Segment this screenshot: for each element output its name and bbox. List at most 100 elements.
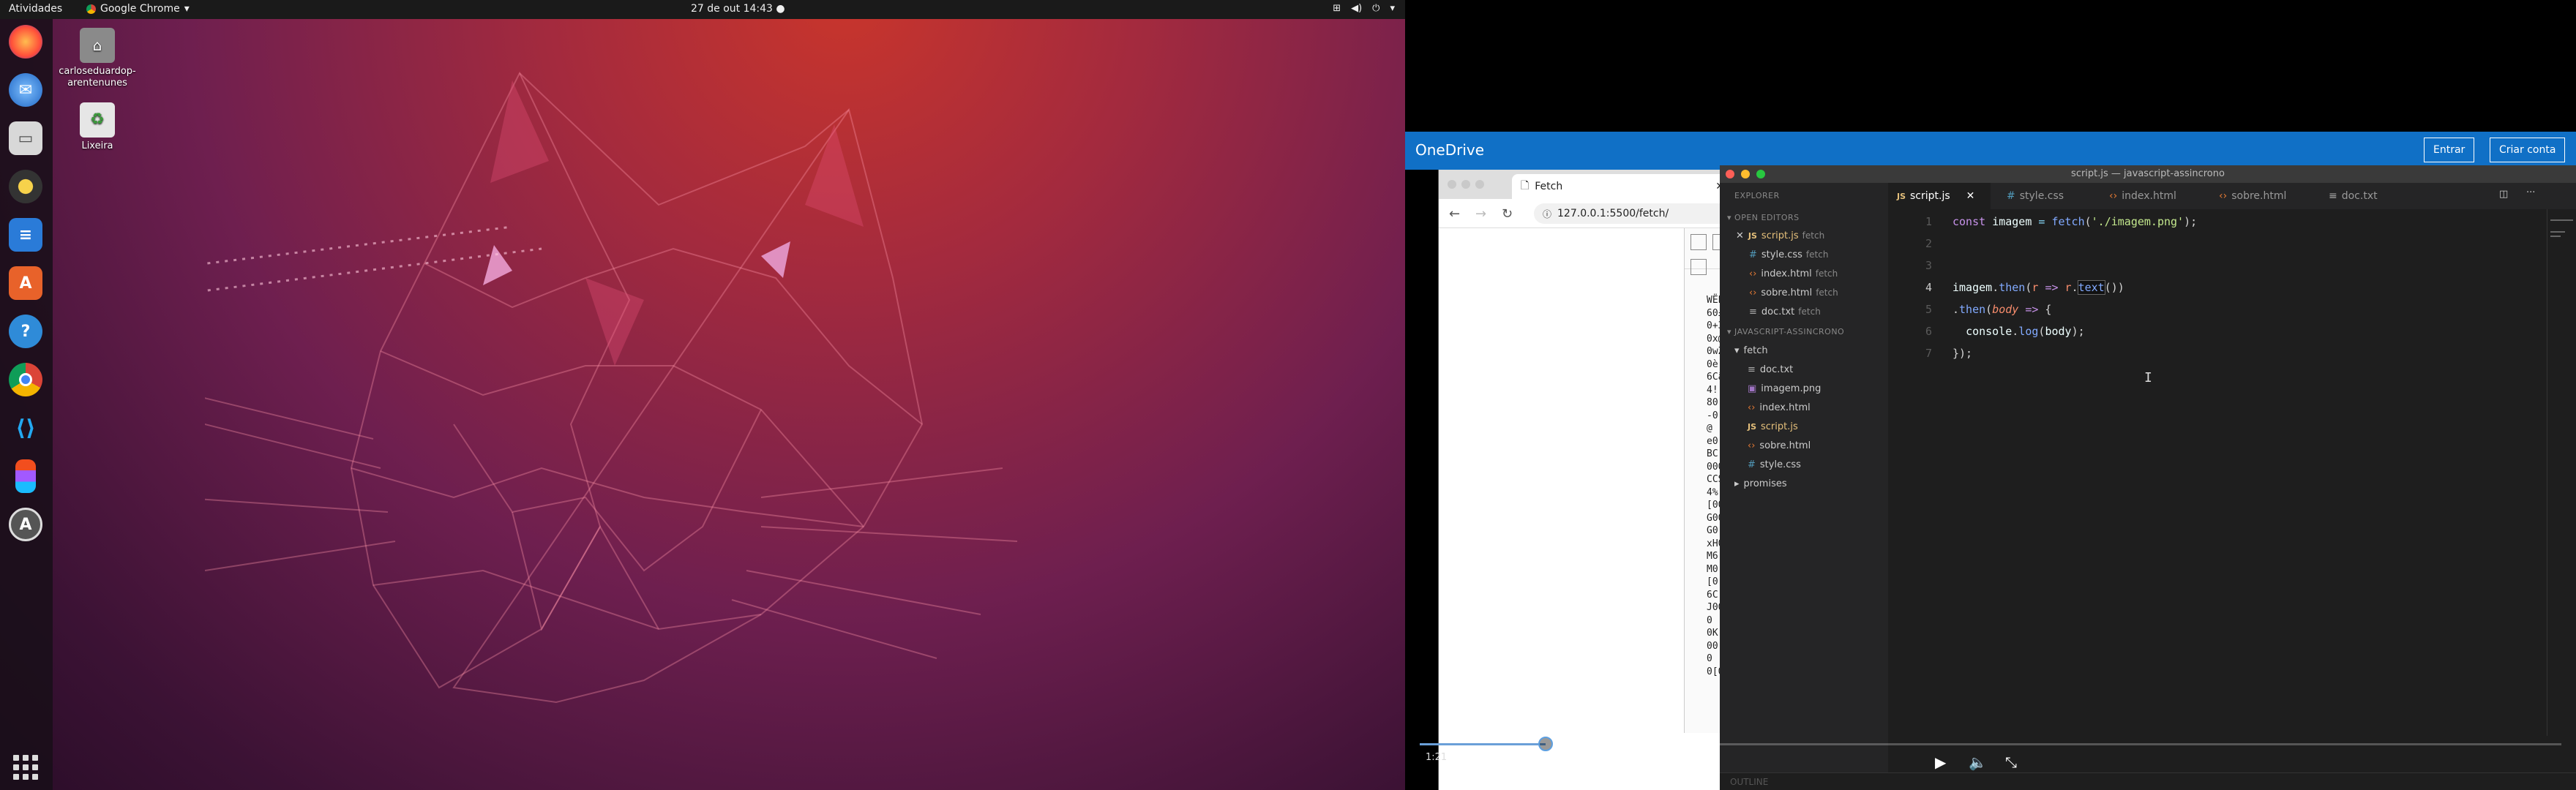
clock[interactable]: 27 de out 14:43 ● — [691, 3, 785, 15]
html-file-icon: ‹› — [1749, 268, 1757, 279]
vscode-icon[interactable]: ⟨⟩ — [9, 411, 42, 445]
wallpaper-cat-illustration — [205, 71, 1018, 704]
tree-file[interactable]: ‹› sobre.html — [1748, 437, 1811, 455]
trash-icon: ♻ — [80, 102, 115, 138]
code-line: const imagem = fetch('./imagem.png'); — [1952, 215, 2198, 228]
play-icon[interactable]: ▶ — [1935, 753, 1946, 771]
css-file-icon: # — [1749, 249, 1757, 260]
show-applications-icon[interactable] — [13, 755, 38, 780]
help-icon[interactable]: ? — [9, 315, 42, 348]
figma-icon[interactable] — [15, 459, 36, 493]
login-button[interactable]: Entrar — [2424, 138, 2475, 162]
desktop-icon-label: Lixeira — [81, 140, 113, 151]
app-menu-label: Google Chrome — [100, 3, 180, 15]
software-updater-icon[interactable]: A — [9, 508, 42, 541]
activities-button[interactable]: Atividades — [9, 3, 62, 15]
project-heading[interactable]: ▾ JAVASCRIPT-ASSINCRONO — [1727, 323, 1844, 341]
tab-index-html[interactable]: ‹› index.html — [2100, 183, 2210, 209]
volume-icon: ◀) — [1351, 3, 1363, 14]
code-line: console.log(body); — [1966, 325, 2085, 338]
url-text: 127.0.0.1:5500/fetch/ — [1557, 208, 1669, 219]
html-file-icon: ‹› — [1748, 440, 1756, 451]
home-folder-icon: ⌂ — [80, 28, 115, 63]
text-cursor-icon: I — [2144, 370, 2152, 385]
open-editor-item[interactable]: # style.css fetch — [1749, 246, 1828, 263]
vscode-window: script.js — javascript-assincrono EXPLOR… — [1720, 165, 2576, 790]
open-editors-heading[interactable]: ▾ OPEN EDITORS — [1727, 209, 1800, 227]
tree-file[interactable]: ≡ doc.txt — [1748, 361, 1793, 379]
text-file-icon: ≡ — [1749, 306, 1757, 317]
close-icon[interactable]: ✕ — [1966, 190, 1975, 202]
html-file-icon: ‹› — [2219, 190, 2228, 202]
tree-folder[interactable]: ▸ promises — [1734, 475, 1787, 493]
minimize-window-icon[interactable] — [1741, 170, 1750, 178]
text-file-icon: ≡ — [1748, 364, 1756, 375]
chevron-down-icon: ▾ — [1390, 3, 1395, 14]
libreoffice-writer-icon[interactable]: ≡ — [9, 218, 42, 252]
create-account-button[interactable]: Criar conta — [2490, 138, 2566, 162]
notification-dot-icon: ● — [776, 3, 785, 15]
forward-icon[interactable]: → — [1475, 206, 1486, 222]
second-monitor: OneDrive Entrar Criar conta 🗋 Fetch ✕ ← … — [1405, 0, 2576, 790]
open-editor-item[interactable]: ‹› index.html fetch — [1749, 265, 1838, 282]
code-line: imagem.then(r => r.text()) — [1952, 280, 2124, 295]
maximize-window-icon[interactable] — [1756, 170, 1765, 178]
thunderbird-icon[interactable]: ✉ — [9, 73, 42, 107]
open-editor-item[interactable]: ‹› sobre.html fetch — [1749, 284, 1838, 301]
window-controls[interactable] — [1726, 170, 1765, 178]
desktop-icon-home[interactable]: ⌂ carloseduardop-arentenunes — [50, 28, 145, 89]
minimap[interactable] — [2547, 209, 2576, 736]
tree-file[interactable]: # style.css — [1748, 456, 1801, 474]
desktop-icon-trash[interactable]: ♻ Lixeira — [50, 102, 145, 152]
line-number: 7 — [1925, 347, 1932, 360]
rhythmbox-icon[interactable] — [9, 170, 42, 203]
tree-file[interactable]: JS script.js — [1748, 418, 1798, 436]
cat-eye-right — [761, 241, 790, 278]
code-editor[interactable]: 1 2 3 4 5 6 7 const imagem = fetch('./im… — [1888, 209, 2547, 736]
tree-file[interactable]: ‹› index.html — [1748, 399, 1811, 417]
progress-track[interactable] — [1420, 737, 2561, 751]
onedrive-header: OneDrive Entrar Criar conta — [1405, 132, 2576, 170]
volume-icon[interactable]: 🔈 — [1969, 753, 1987, 771]
tab-script-js[interactable]: JS script.js ✕ — [1888, 183, 1991, 209]
ubuntu-desktop: Atividades Google Chrome ▾ 27 de out 14:… — [0, 0, 1405, 790]
chrome-tab[interactable]: 🗋 Fetch ✕ — [1512, 174, 1731, 199]
tab-style-css[interactable]: # style.css — [1998, 183, 2100, 209]
close-window-icon[interactable] — [1726, 170, 1734, 178]
fullscreen-exit-icon[interactable]: ⤡ — [2005, 753, 2017, 771]
info-icon: ⓘ — [1543, 208, 1552, 219]
inspect-icon[interactable] — [1690, 234, 1707, 250]
chevron-down-icon: ▾ — [1734, 345, 1740, 356]
media-scrubber: 1:21 ▶ 🔈 ⤡ — [1405, 736, 2576, 790]
open-editor-item[interactable]: ≡ doc.txt fetch — [1749, 303, 1821, 320]
js-file-icon: JS — [1897, 192, 1906, 201]
app-menu[interactable]: Google Chrome ▾ — [86, 3, 190, 15]
tab-sobre-html[interactable]: ‹› sobre.html — [2210, 183, 2320, 209]
editor-tabs: JS script.js ✕ # style.css ‹› index.html ‹› s… — [1888, 183, 2576, 209]
onedrive-brand: OneDrive — [1415, 141, 1485, 159]
cat-eye-left — [483, 245, 512, 285]
system-tray[interactable]: ⊞ ◀) ⏻ ▾ — [1333, 3, 1395, 14]
back-icon[interactable]: ← — [1449, 206, 1460, 222]
window-controls[interactable] — [1448, 180, 1484, 189]
tree-folder[interactable]: ▾ fetch — [1734, 342, 1768, 360]
software-center-icon[interactable]: A — [9, 266, 42, 300]
split-editor-icon[interactable]: ◫ — [2499, 189, 2508, 200]
chrome-icon[interactable] — [9, 363, 42, 396]
open-editor-item[interactable]: ✕ JS script.js fetch — [1736, 227, 1824, 244]
close-icon[interactable]: ✕ — [1736, 230, 1744, 241]
explorer-heading: EXPLORER — [1734, 191, 1780, 200]
more-actions-icon[interactable]: ··· — [2526, 187, 2535, 198]
files-icon[interactable]: ▭ — [9, 121, 42, 155]
tree-file[interactable]: ▣ imagem.png — [1748, 380, 1821, 398]
css-file-icon: # — [1748, 459, 1756, 470]
page-icon: 🗋 — [1521, 180, 1530, 192]
chevron-right-icon: ▸ — [1734, 478, 1740, 489]
firefox-icon[interactable] — [9, 25, 42, 59]
reload-icon[interactable]: ↻ — [1502, 206, 1513, 222]
tab-doc-txt[interactable]: ≡ doc.txt — [2320, 183, 2422, 209]
html-file-icon: ‹› — [1748, 402, 1756, 413]
progress-knob[interactable] — [1538, 737, 1553, 751]
code-line: .then(body => { — [1952, 303, 2052, 316]
console-sidebar-icon[interactable] — [1690, 259, 1707, 275]
